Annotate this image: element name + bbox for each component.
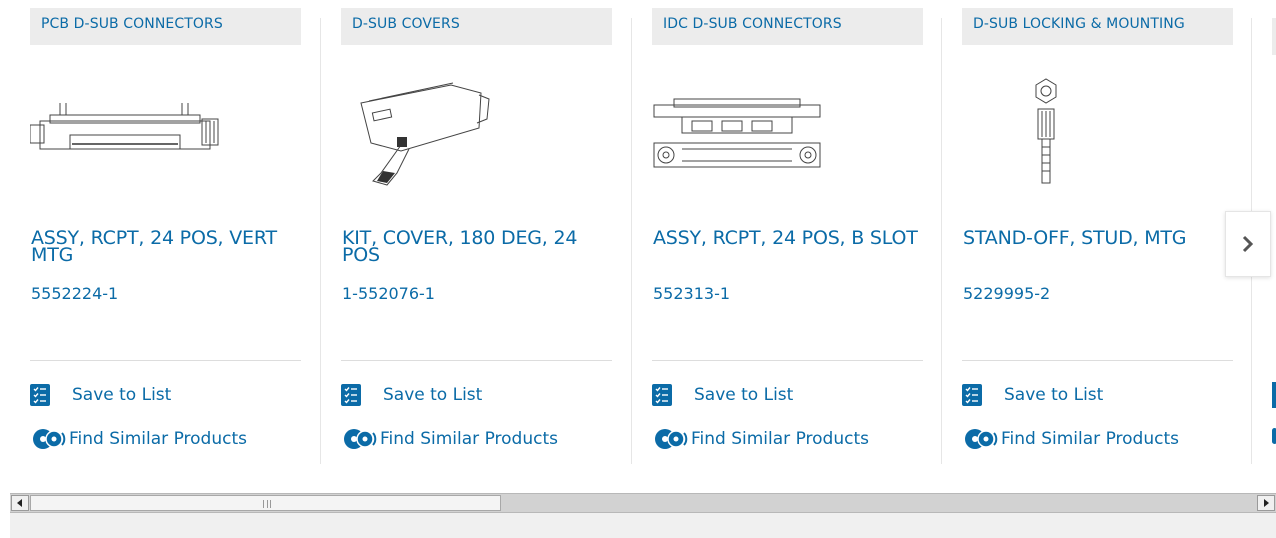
part-number[interactable]: 5229995-2 bbox=[963, 284, 1050, 303]
bottom-panel bbox=[10, 513, 1276, 538]
product-category[interactable]: D-SUB COVERS bbox=[341, 8, 612, 45]
save-to-list-label: Save to List bbox=[1004, 385, 1104, 405]
find-similar-label: Find Similar Products bbox=[380, 429, 558, 449]
checklist-icon bbox=[30, 384, 50, 406]
product-title[interactable]: KIT, COVER, 180 DEG, 24 POS bbox=[342, 229, 618, 265]
horizontal-scrollbar[interactable] bbox=[10, 493, 1276, 513]
next-card-similar-icon-peek bbox=[1272, 428, 1276, 444]
part-number[interactable]: 552313-1 bbox=[653, 284, 730, 303]
next-card-category-peek bbox=[1272, 18, 1276, 55]
chevron-right-icon bbox=[1242, 235, 1254, 253]
product-image[interactable] bbox=[652, 63, 923, 193]
divider bbox=[962, 360, 1233, 361]
save-to-list-button[interactable]: Save to List bbox=[30, 382, 171, 408]
scroll-left-button[interactable] bbox=[11, 495, 29, 511]
find-similar-products-button[interactable]: Find Similar Products bbox=[30, 426, 247, 452]
save-to-list-button[interactable]: Save to List bbox=[341, 382, 482, 408]
carousel-next-button[interactable] bbox=[1225, 211, 1271, 277]
standoff-drawing bbox=[1035, 78, 1057, 184]
find-similar-label: Find Similar Products bbox=[691, 429, 869, 449]
gears-icon bbox=[962, 427, 998, 451]
product-image[interactable] bbox=[30, 63, 301, 193]
product-card: IDC D-SUB CONNECTORS ASSY, RCPT, 24 POS,… bbox=[632, 8, 923, 466]
save-to-list-button[interactable]: Save to List bbox=[962, 382, 1103, 408]
find-similar-products-button[interactable]: Find Similar Products bbox=[341, 426, 558, 452]
product-carousel: PCB D-SUB CONNECTORS ASSY, RCPT, 24 POS,… bbox=[10, 0, 1276, 466]
save-to-list-label: Save to List bbox=[383, 385, 483, 405]
find-similar-label: Find Similar Products bbox=[1001, 429, 1179, 449]
scroll-thumb[interactable] bbox=[30, 495, 501, 511]
product-title[interactable]: ASSY, RCPT, 24 POS, B SLOT bbox=[653, 229, 929, 248]
find-similar-products-button[interactable]: Find Similar Products bbox=[652, 426, 869, 452]
save-to-list-label: Save to List bbox=[72, 385, 172, 405]
checklist-icon bbox=[962, 384, 982, 406]
divider bbox=[652, 360, 923, 361]
gears-icon bbox=[652, 427, 688, 451]
product-card: PCB D-SUB CONNECTORS ASSY, RCPT, 24 POS,… bbox=[10, 8, 301, 466]
part-number[interactable]: 1-552076-1 bbox=[342, 284, 435, 303]
save-to-list-label: Save to List bbox=[694, 385, 794, 405]
save-to-list-button[interactable]: Save to List bbox=[652, 382, 793, 408]
arrow-right-icon bbox=[1264, 499, 1269, 507]
product-category[interactable]: D-SUB LOCKING & MOUNTING bbox=[962, 8, 1233, 45]
idc-connector-drawing bbox=[653, 98, 821, 168]
product-card: D-SUB LOCKING & MOUNTING STAND-OFF, STUD… bbox=[942, 8, 1233, 466]
part-number[interactable]: 5552224-1 bbox=[31, 284, 118, 303]
gears-icon bbox=[30, 427, 66, 451]
product-category[interactable]: PCB D-SUB CONNECTORS bbox=[30, 8, 301, 45]
product-title[interactable]: ASSY, RCPT, 24 POS, VERT MTG bbox=[31, 229, 307, 265]
divider bbox=[341, 360, 612, 361]
next-card-save-icon-peek bbox=[1272, 382, 1276, 408]
scroll-grip-icon bbox=[263, 500, 271, 508]
find-similar-products-button[interactable]: Find Similar Products bbox=[962, 426, 1179, 452]
pcb-connector-drawing bbox=[30, 103, 219, 150]
product-category[interactable]: IDC D-SUB CONNECTORS bbox=[652, 8, 923, 45]
product-image[interactable] bbox=[962, 63, 1233, 193]
checklist-icon bbox=[341, 384, 361, 406]
cover-kit-drawing bbox=[360, 82, 490, 186]
arrow-left-icon bbox=[17, 499, 22, 507]
divider bbox=[30, 360, 301, 361]
product-image[interactable] bbox=[341, 63, 612, 193]
product-card: D-SUB COVERS KIT, COVER, 180 DEG, 24 POS… bbox=[321, 8, 612, 466]
checklist-icon bbox=[652, 384, 672, 406]
gears-icon bbox=[341, 427, 377, 451]
product-title[interactable]: STAND-OFF, STUD, MTG bbox=[963, 229, 1239, 248]
find-similar-label: Find Similar Products bbox=[69, 429, 247, 449]
scroll-right-button[interactable] bbox=[1257, 495, 1275, 511]
